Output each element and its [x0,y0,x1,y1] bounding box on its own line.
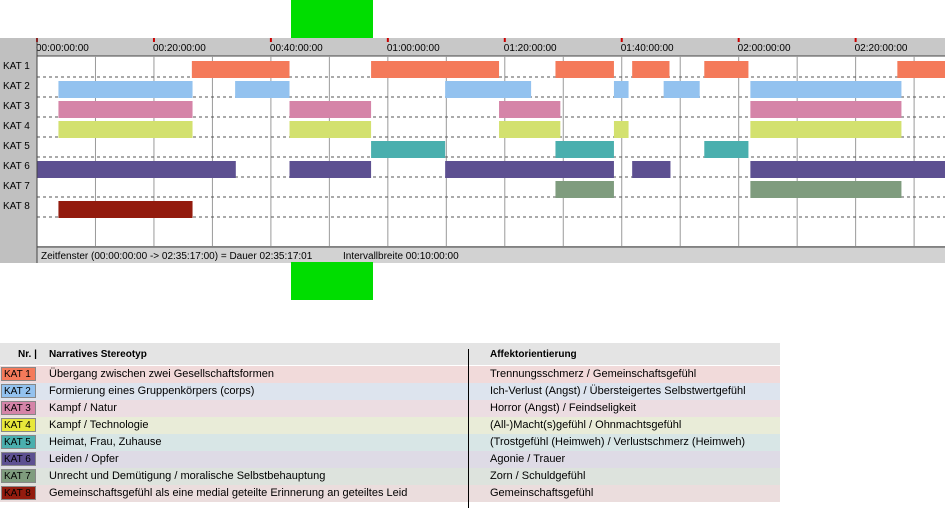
row-label: KAT 8 [3,201,30,212]
timeline-segment [632,161,671,178]
time-marker-bottom[interactable] [291,262,373,300]
legend-affect: Trennungsschmerz / Gemeinschaftsgefühl [490,368,697,380]
timeline-segment [235,81,290,98]
legend-kat-badge: KAT 5 [1,435,36,449]
legend-table: Nr. | Narratives Stereotyp Affektorienti… [0,343,780,508]
legend-header: Nr. | Narratives Stereotyp Affektorienti… [0,343,780,365]
tick-label: 02:20:00:00 [855,43,908,54]
timeline-segment [750,121,902,138]
tick-label: 00:20:00:00 [153,43,206,54]
legend-affect: Ich-Verlust (Angst) / Übersteigertes Sel… [490,385,746,397]
timeline-segment [191,61,290,78]
timeline-segment [499,121,561,138]
legend-affect: (Trostgefühl (Heimweh) / Verlustschmerz … [490,436,746,448]
timeline-segment [289,161,372,178]
row-label: KAT 7 [3,181,30,192]
tick-label: 01:40:00:00 [621,43,674,54]
legend-stereotype: Kampf / Technologie [49,419,149,431]
tick-label: 02:00:00:00 [738,43,791,54]
timeline-segment [499,101,561,118]
timeline-segment [371,141,446,158]
timeline-segment [555,181,614,198]
legend-affect: Gemeinschaftsgefühl [490,487,594,499]
row-label: KAT 2 [3,81,30,92]
timeline-segment [37,161,236,178]
timeline-segment [704,141,749,158]
row-label: KAT 6 [3,161,30,172]
row-label: KAT 3 [3,101,30,112]
time-marker-top[interactable] [291,0,373,39]
legend-row: KAT 1 Übergang zwischen zwei Gesellschaft… [0,366,780,383]
tick-label: 01:00:00:00 [387,43,440,54]
legend-kat-badge: KAT 7 [1,469,36,483]
timeline-segment [58,201,193,218]
timeline-panel: 00:00:00:00 00:20:00:00 00:40:00:00 01:00:0… [0,38,945,263]
status-interval: Intervallbreite 00:10:00:00 [343,251,459,262]
legend-stereotype: Leiden / Opfer [49,453,119,465]
timeline-segment [750,101,902,118]
legend-row: KAT 7 Unrecht und Demütigung / moralische… [0,468,780,485]
timeline-segment [613,121,629,138]
legend-kat-badge: KAT 8 [1,486,36,500]
timeline-segment [663,81,700,98]
row-label: KAT 5 [3,141,30,152]
legend-affect: (All-)Macht(s)gefühl / Ohnmachtsgefühl [490,419,682,431]
timeline-segment [371,61,500,78]
legend-row: KAT 5 Heimat, Frau, Zuhause (Trostgefühl (… [0,434,780,451]
timeline-segment [445,161,614,178]
legend-header-nr: Nr. | [18,349,37,360]
status-window: Zeitfenster (00:00:00:00 -> 02:35:17:00)… [41,251,313,262]
timeline-segment [58,121,193,138]
legend-header-stereotype: Narratives Stereotyp [49,349,147,360]
timeline-segment [750,181,902,198]
timeline-segment [58,81,193,98]
timeline-segment [750,81,902,98]
timeline-segment [289,121,372,138]
legend-kat-badge: KAT 3 [1,401,36,415]
legend-stereotype: Formierung eines Gruppenkörpers (corps) [49,385,255,397]
timeline-segment [58,101,193,118]
legend-stereotype: Kampf / Natur [49,402,117,414]
legend-row: KAT 8 Gemeinschaftsgefühl als eine medial… [0,485,780,502]
tick-label: 00:00:00:00 [36,43,89,54]
legend-header-affect: Affektorientierung [490,349,577,360]
timeline-segment [555,141,614,158]
legend-stereotype: Gemeinschaftsgefühl als eine medial gete… [49,487,408,499]
legend-affect: Horror (Angst) / Feindseligkeit [490,402,637,414]
timeline-segment [555,61,614,78]
timeline-segment [750,161,945,178]
legend-affect: Zorn / Schuldgefühl [490,470,586,482]
legend-row: KAT 2 Formierung eines Gruppenkörpers (co… [0,383,780,400]
timeline-segment [704,61,749,78]
legend-stereotype: Heimat, Frau, Zuhause [49,436,162,448]
row-label: KAT 1 [3,61,30,72]
legend-affect: Agonie / Trauer [490,453,566,465]
legend-kat-badge: KAT 2 [1,384,36,398]
legend-kat-badge: KAT 1 [1,367,36,381]
tick-label: 01:20:00:00 [504,43,557,54]
legend-kat-badge: KAT 4 [1,418,36,432]
legend-stereotype: Übergang zwischen zwei Gesellschaftsform… [49,368,274,380]
legend-row: KAT 4 Kampf / Technologie (All-)Macht(s)ge… [0,417,780,434]
timeline-segment [289,101,372,118]
legend-kat-badge: KAT 6 [1,452,36,466]
timeline-segment [445,81,532,98]
tick-label: 00:40:00:00 [270,43,323,54]
timeline-segment [613,81,629,98]
legend-row: KAT 6 Leiden / Opfer Agonie / Trauer [0,451,780,468]
timeline-segment [897,61,945,78]
timeline-segment [632,61,670,78]
row-label: KAT 4 [3,121,30,132]
legend-stereotype: Unrecht und Demütigung / moralische Selb… [49,470,326,482]
legend-row: KAT 3 Kampf / Natur Horror (Angst) / Feind… [0,400,780,417]
column-divider [468,349,469,508]
timeline-chart: 00:00:00:00 00:20:00:00 00:40:00:00 01:00:0… [3,38,945,263]
